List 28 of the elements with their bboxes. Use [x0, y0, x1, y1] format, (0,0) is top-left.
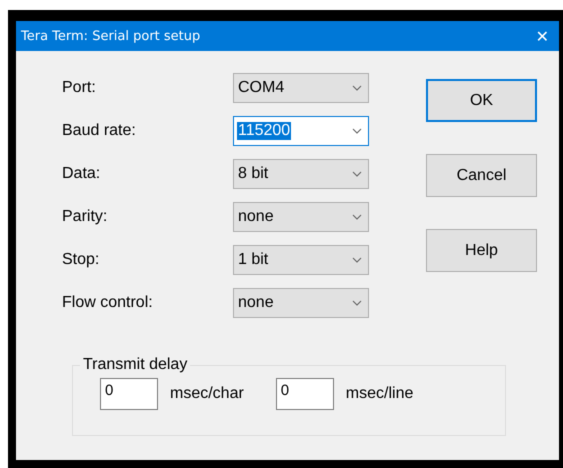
chevron-down-icon: [352, 128, 362, 134]
dropdown[interactable]: 1 bit: [233, 245, 369, 275]
field-label: Flow control:: [62, 294, 154, 312]
chevron-down-icon: [352, 171, 362, 177]
close-button[interactable]: ✕: [536, 26, 549, 46]
dropdown[interactable]: COM4: [233, 73, 369, 103]
unit-label: msec/char: [170, 385, 244, 403]
field-label: Baud rate:: [62, 122, 137, 140]
window-title: Tera Term: Serial port setup: [21, 28, 200, 44]
input-field[interactable]: 0: [100, 378, 158, 410]
dropdown[interactable]: none: [233, 202, 369, 232]
chevron-down-icon: [352, 300, 362, 306]
field-label: Parity:: [62, 208, 108, 226]
dropdown[interactable]: 115200: [233, 116, 369, 146]
chevron-down-icon: [352, 214, 362, 220]
chevron-down-icon: [352, 85, 362, 91]
group-title: Transmit delay: [82, 356, 188, 374]
chevron-down-icon: [352, 257, 362, 263]
unit-label: msec/line: [346, 385, 414, 403]
field-label: Port:: [62, 79, 97, 97]
dialog-button[interactable]: Help: [426, 229, 537, 272]
dropdown[interactable]: none: [233, 288, 369, 318]
field-label: Stop:: [62, 251, 100, 269]
input-field[interactable]: 0: [276, 378, 334, 410]
dialog-button[interactable]: OK: [426, 79, 537, 122]
dropdown[interactable]: 8 bit: [233, 159, 369, 189]
dialog-button[interactable]: Cancel: [426, 154, 537, 197]
field-label: Data:: [62, 165, 102, 183]
